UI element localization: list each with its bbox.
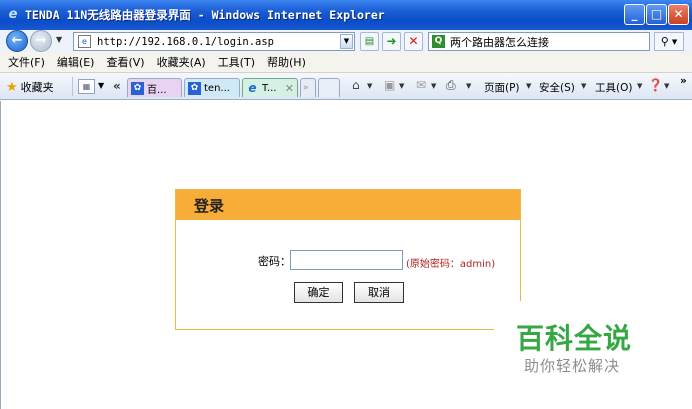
mail-dropdown-icon[interactable]: ▼ [431, 82, 436, 90]
ie-page-icon: e [248, 80, 257, 95]
paw-icon: ✿ [188, 81, 201, 95]
menu-favorites[interactable]: 收藏夹(A) [157, 54, 206, 70]
favorites-button[interactable]: ★ 收藏夹 [6, 79, 54, 95]
home-dropdown-icon[interactable]: ▼ [367, 82, 372, 90]
password-label: 密码： [258, 255, 291, 268]
watermark-slogan: 助你轻松解决 [524, 357, 621, 375]
search-options-icon[interactable]: ▼ [672, 38, 677, 46]
home-icon[interactable]: ⌂ [352, 78, 360, 92]
login-header: 登录 [176, 190, 520, 220]
watermark: 百科全说 助你轻松解决 [494, 301, 664, 381]
stop-button[interactable]: ✕ [404, 32, 423, 51]
address-url: http://192.168.0.1/login.asp [97, 35, 275, 48]
search-icon: ⚲ [660, 35, 669, 48]
forward-button[interactable]: → [30, 30, 52, 52]
feeds-dropdown-icon[interactable]: ▼ [399, 82, 404, 90]
search-input[interactable]: Q 两个路由器怎么连接 [428, 32, 650, 51]
help-icon[interactable]: ❓ [648, 78, 663, 92]
favorites-tab-bar: ★ 收藏夹 ▦ ▼ « ✿ 百... ✿ ten... e T... ✕ » ⌂… [0, 73, 692, 100]
back-button[interactable]: ← [6, 30, 28, 52]
window-title-bar[interactable]: e TENDA 11N无线路由器登录界面 - Windows Internet … [0, 0, 692, 30]
favorites-label: 收藏夹 [20, 81, 54, 94]
tab-list-dropdown-icon[interactable]: ▼ [98, 81, 104, 90]
ok-button[interactable]: 确定 [294, 282, 343, 303]
go-button[interactable]: ➜ [382, 32, 401, 51]
ie-logo-icon: e [8, 7, 18, 22]
cancel-button[interactable]: 取消 [354, 282, 404, 303]
tools-menu[interactable]: 工具(O) [595, 80, 632, 95]
help-dropdown-icon[interactable]: ▼ [664, 82, 669, 90]
tabs-scroll-left-icon[interactable]: « [113, 79, 121, 93]
toolbar-divider [72, 77, 73, 96]
tab-active-tenda-login[interactable]: e T... ✕ [242, 78, 298, 97]
address-toolbar: ← → ▼ e http://192.168.0.1/login.asp ▼ ▤… [0, 30, 692, 52]
password-hint: (原始密码：admin) [406, 259, 496, 270]
paw-icon: ✿ [131, 81, 144, 95]
minimize-button[interactable]: _ [624, 4, 645, 25]
back-arrow-icon: ← [11, 33, 23, 48]
safety-menu[interactable]: 安全(S) [539, 80, 575, 95]
address-input[interactable]: e http://192.168.0.1/login.asp ▼ [73, 32, 355, 51]
tab-baidu[interactable]: ✿ 百... [127, 78, 182, 97]
maximize-button[interactable]: □ [646, 4, 667, 25]
menu-tools[interactable]: 工具(T) [218, 54, 255, 70]
safety-menu-dropdown-icon[interactable]: ▼ [581, 82, 586, 90]
tab-scroll-right[interactable]: » [300, 78, 316, 97]
history-dropdown-icon[interactable]: ▼ [56, 35, 62, 44]
quick-tabs-icon[interactable]: ▦ [78, 79, 95, 94]
print-icon[interactable]: ⎙ [446, 78, 456, 93]
close-button[interactable]: ✕ [668, 4, 689, 25]
forward-arrow-icon: → [35, 33, 47, 48]
toolbar-overflow-chevron[interactable]: » [680, 75, 687, 87]
tab-tenda[interactable]: ✿ ten... [184, 78, 240, 97]
new-tab-button[interactable] [318, 78, 340, 97]
tab-close-icon[interactable]: ✕ [285, 82, 294, 95]
go-arrow-icon: ➜ [386, 34, 397, 48]
tab-label: T... [262, 82, 277, 94]
tab-label: 百... [147, 84, 167, 96]
menu-bar: 文件(F) 编辑(E) 查看(V) 收藏夹(A) 工具(T) 帮助(H) [0, 52, 692, 73]
menu-file[interactable]: 文件(F) [8, 54, 45, 70]
feeds-icon[interactable]: ▣ [384, 78, 395, 92]
menu-help[interactable]: 帮助(H) [267, 54, 306, 70]
login-panel: 登录 密码： (原始密码：admin) 确定 取消 [175, 189, 521, 330]
menu-edit[interactable]: 编辑(E) [57, 54, 95, 70]
window-title: TENDA 11N无线路由器登录界面 - Windows Internet Ex… [25, 8, 385, 22]
page-menu[interactable]: 页面(P) [484, 80, 520, 95]
compatibility-view-button[interactable]: ▤ [360, 32, 379, 51]
page-menu-dropdown-icon[interactable]: ▼ [526, 82, 531, 90]
mail-icon[interactable]: ✉ [416, 78, 426, 92]
tab-label: ten... [204, 82, 230, 94]
print-dropdown-icon[interactable]: ▼ [466, 82, 471, 90]
password-input[interactable] [290, 250, 403, 270]
tools-menu-dropdown-icon[interactable]: ▼ [637, 82, 642, 90]
search-provider-icon: Q [432, 35, 445, 48]
favorites-star-icon: ★ [6, 79, 18, 95]
tab-scroll-right-icon: » [303, 83, 309, 93]
stop-icon: ✕ [408, 34, 419, 48]
search-button[interactable]: ⚲ ▼ [654, 32, 684, 51]
address-dropdown-icon[interactable]: ▼ [340, 34, 353, 49]
menu-view[interactable]: 查看(V) [106, 54, 144, 70]
page-icon: e [78, 35, 91, 48]
compatibility-icon: ▤ [364, 36, 375, 47]
search-query: 两个路由器怎么连接 [450, 35, 549, 49]
login-title: 登录 [194, 197, 225, 215]
watermark-logo-text: 百科全说 [516, 322, 633, 355]
